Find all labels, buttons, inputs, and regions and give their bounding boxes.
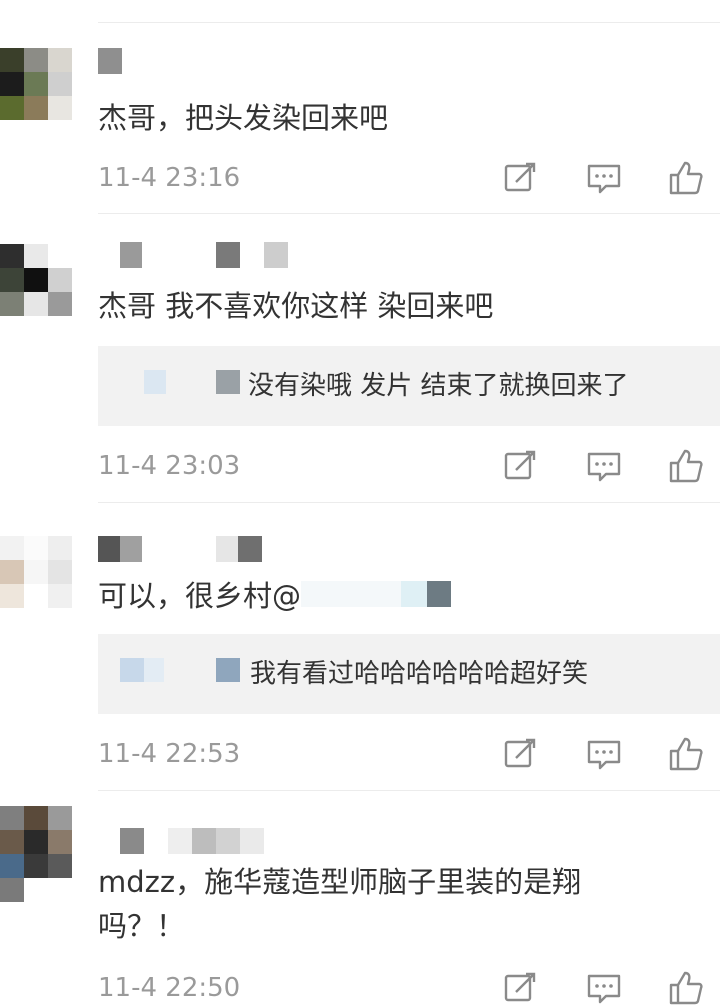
- mention-username[interactable]: [301, 581, 452, 607]
- comment-bubble-icon[interactable]: [586, 736, 622, 772]
- share-edit-icon[interactable]: [502, 736, 538, 772]
- thumbs-up-icon[interactable]: [668, 160, 704, 196]
- avatar[interactable]: [0, 806, 72, 902]
- comment-meta: 11-4 23:16: [98, 158, 720, 198]
- divider: [98, 213, 720, 214]
- comment-text: mdzz，施华蔻造型师脑子里装的是翔吗？！: [98, 865, 582, 943]
- comment-text: 可以，很乡村@: [98, 574, 702, 618]
- comment-text: 杰哥，把头发染回来吧: [98, 101, 389, 135]
- comment-bubble-icon[interactable]: [586, 448, 622, 484]
- thumbs-up-icon[interactable]: [668, 736, 704, 772]
- comment-time: 11-4 23:03: [98, 451, 241, 481]
- avatar[interactable]: [0, 536, 72, 608]
- avatar[interactable]: [0, 48, 72, 120]
- comment-bubble-icon[interactable]: [586, 970, 622, 1006]
- comment-meta: 11-4 22:50: [98, 968, 720, 1008]
- reply-text: 没有染哦 发片 结束了就换回来了: [248, 371, 629, 401]
- comment-time: 11-4 22:50: [98, 973, 241, 1003]
- share-edit-icon[interactable]: [502, 448, 538, 484]
- comment-time: 11-4 23:16: [98, 163, 241, 193]
- comment-text: 杰哥 我不喜欢你这样 染回来吧: [98, 289, 494, 323]
- divider: [98, 22, 720, 23]
- thumbs-up-icon[interactable]: [668, 448, 704, 484]
- comment-meta: 11-4 22:53: [98, 734, 720, 774]
- reply-box[interactable]: 我有看过哈哈哈哈哈哈超好笑: [98, 634, 720, 714]
- comment-time: 11-4 22:53: [98, 739, 241, 769]
- thumbs-up-icon[interactable]: [668, 970, 704, 1006]
- share-edit-icon[interactable]: [502, 160, 538, 196]
- reply-box[interactable]: 没有染哦 发片 结束了就换回来了: [98, 346, 720, 426]
- avatar[interactable]: [0, 244, 72, 316]
- comment-meta: 11-4 23:03: [98, 446, 720, 486]
- divider: [98, 502, 720, 503]
- comment-text-content: 可以，很乡村@: [98, 579, 302, 613]
- divider: [98, 790, 720, 791]
- share-edit-icon[interactable]: [502, 970, 538, 1006]
- reply-text: 我有看过哈哈哈哈哈哈超好笑: [250, 659, 589, 689]
- comment-bubble-icon[interactable]: [586, 160, 622, 196]
